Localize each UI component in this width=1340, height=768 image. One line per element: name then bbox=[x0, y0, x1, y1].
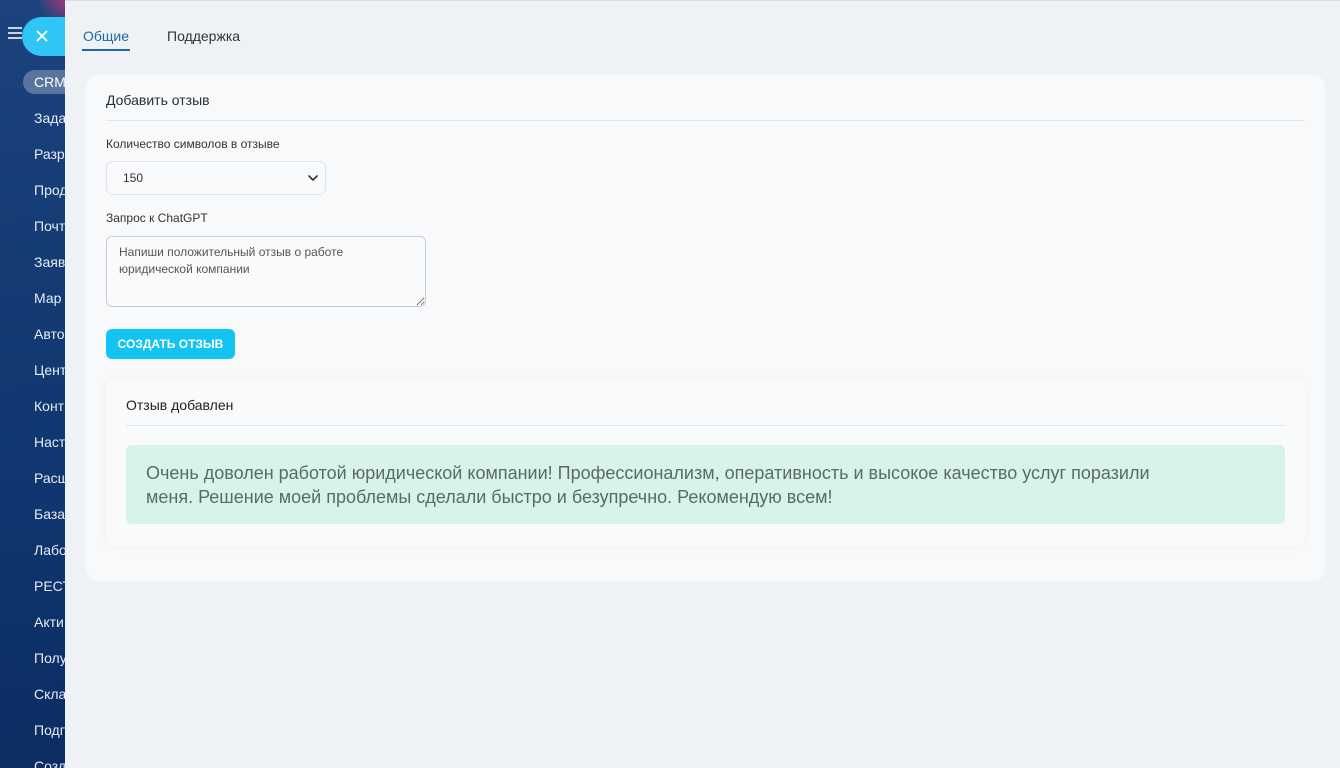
sidebar-item-label: Наст bbox=[34, 434, 65, 450]
sidebar-item[interactable]: Наст bbox=[0, 424, 65, 460]
result-card: Отзыв добавлен Очень доволен работой юри… bbox=[106, 379, 1305, 546]
card-title: Добавить отзыв bbox=[106, 92, 210, 108]
sidebar-item-label: Подп bbox=[34, 722, 65, 738]
sidebar-item-label: Зада bbox=[34, 110, 65, 126]
sidebar-item-label: Цент bbox=[34, 362, 65, 378]
sidebar-item[interactable]: Почт bbox=[0, 208, 65, 244]
create-review-button[interactable]: СОЗДАТЬ ОТЗЫВ bbox=[106, 329, 235, 359]
sidebar-item-label: Конт bbox=[34, 398, 65, 414]
sidebar-item-label: Почт bbox=[34, 218, 65, 234]
sidebar-item-label: Мар bbox=[34, 290, 62, 306]
sidebar-item-label: РЕСТ bbox=[34, 578, 65, 594]
sidebar-item-label: Скла bbox=[34, 686, 65, 702]
sidebar-item[interactable]: Полу bbox=[0, 640, 65, 676]
sidebar-menu: CRM Зада Разр Прод Почт Заяв Мар Авто Це… bbox=[0, 64, 65, 768]
sidebar-item[interactable]: База bbox=[0, 496, 65, 532]
sidebar-item[interactable]: Лабо bbox=[0, 532, 65, 568]
sidebar-item[interactable]: Цент bbox=[0, 352, 65, 388]
close-panel-button[interactable] bbox=[22, 17, 65, 56]
sidebar-item[interactable]: Мар bbox=[0, 280, 65, 316]
sidebar-item-label: Заяв bbox=[34, 254, 65, 270]
slider-panel: Общие Поддержка Добавить отзыв Количеств… bbox=[65, 0, 1340, 768]
prompt-label: Запрос к ChatGPT bbox=[106, 211, 208, 225]
sidebar-item[interactable]: Конт bbox=[0, 388, 65, 424]
tab-support[interactable]: Поддержка bbox=[167, 27, 240, 51]
sidebar-item[interactable]: Разр bbox=[0, 136, 65, 172]
sidebar-item-label: Разр bbox=[34, 146, 65, 162]
sidebar-item-label: CRM bbox=[23, 70, 65, 94]
sidebar-item-label: Расш bbox=[34, 470, 65, 486]
sidebar-item-label: База bbox=[34, 506, 65, 522]
sidebar: CRM Зада Разр Прод Почт Заяв Мар Авто Це… bbox=[0, 0, 65, 768]
sidebar-item-label: Созд bbox=[34, 758, 65, 768]
review-text: Очень доволен работой юридической компан… bbox=[146, 463, 1150, 507]
tab-general[interactable]: Общие bbox=[82, 27, 131, 51]
sidebar-item[interactable]: РЕСТ bbox=[0, 568, 65, 604]
length-select[interactable]: 150 bbox=[106, 161, 326, 195]
divider bbox=[106, 120, 1305, 121]
sidebar-item[interactable]: Созд bbox=[0, 748, 65, 768]
sidebar-item[interactable]: Зада bbox=[0, 100, 65, 136]
length-select-wrapper: 150 bbox=[106, 161, 326, 195]
sidebar-item[interactable]: Акти bbox=[0, 604, 65, 640]
sidebar-item[interactable]: Расш bbox=[0, 460, 65, 496]
divider bbox=[126, 425, 1285, 426]
sidebar-item[interactable]: Скла bbox=[0, 676, 65, 712]
length-label: Количество символов в отзыве bbox=[106, 137, 280, 151]
sidebar-item[interactable]: Заяв bbox=[0, 244, 65, 280]
sidebar-item[interactable]: Авто bbox=[0, 316, 65, 352]
sidebar-item[interactable]: Подп bbox=[0, 712, 65, 748]
result-title: Отзыв добавлен bbox=[126, 397, 234, 413]
sidebar-item-label: Акти bbox=[34, 614, 64, 630]
success-alert: Очень доволен работой юридической компан… bbox=[126, 445, 1285, 524]
sidebar-item[interactable]: Прод bbox=[0, 172, 65, 208]
prompt-textarea[interactable]: Напиши положительный отзыв о работе юрид… bbox=[106, 236, 426, 307]
sidebar-item-label: Лабо bbox=[34, 542, 65, 558]
sidebar-item-label: Прод bbox=[34, 182, 65, 198]
add-review-card: Добавить отзыв Количество символов в отз… bbox=[86, 75, 1325, 581]
hamburger-icon[interactable] bbox=[8, 27, 22, 39]
close-icon bbox=[36, 30, 48, 42]
sidebar-item-label: Полу bbox=[34, 650, 65, 666]
sidebar-item-crm[interactable]: CRM bbox=[0, 64, 65, 100]
sidebar-item-label: Авто bbox=[34, 326, 65, 342]
